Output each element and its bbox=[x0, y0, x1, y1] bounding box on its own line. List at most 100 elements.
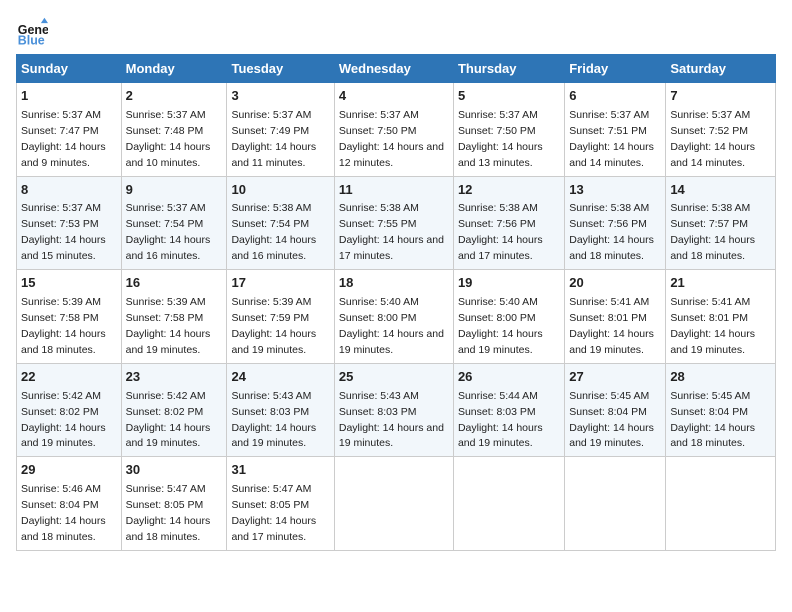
day-sunrise: Sunrise: 5:38 AM bbox=[670, 202, 750, 214]
header-saturday: Saturday bbox=[666, 55, 776, 83]
day-daylight-label: Daylight: 14 hours and 9 minutes. bbox=[21, 141, 106, 169]
calendar-cell: 13Sunrise: 5:38 AMSunset: 7:56 PMDayligh… bbox=[565, 176, 666, 270]
calendar-cell: 18Sunrise: 5:40 AMSunset: 8:00 PMDayligh… bbox=[334, 270, 453, 364]
day-daylight-label: Daylight: 14 hours and 19 minutes. bbox=[126, 422, 211, 450]
header-sunday: Sunday bbox=[17, 55, 122, 83]
day-sunset: Sunset: 7:53 PM bbox=[21, 218, 99, 230]
calendar-cell: 3Sunrise: 5:37 AMSunset: 7:49 PMDaylight… bbox=[227, 83, 334, 177]
calendar-cell: 24Sunrise: 5:43 AMSunset: 8:03 PMDayligh… bbox=[227, 363, 334, 457]
day-number: 4 bbox=[339, 87, 449, 106]
calendar-cell: 10Sunrise: 5:38 AMSunset: 7:54 PMDayligh… bbox=[227, 176, 334, 270]
calendar-cell: 14Sunrise: 5:38 AMSunset: 7:57 PMDayligh… bbox=[666, 176, 776, 270]
calendar-cell: 8Sunrise: 5:37 AMSunset: 7:53 PMDaylight… bbox=[17, 176, 122, 270]
day-number: 8 bbox=[21, 181, 117, 200]
day-sunset: Sunset: 7:58 PM bbox=[21, 312, 99, 324]
day-sunset: Sunset: 8:04 PM bbox=[569, 406, 647, 418]
day-daylight-label: Daylight: 14 hours and 19 minutes. bbox=[231, 422, 316, 450]
calendar-cell: 19Sunrise: 5:40 AMSunset: 8:00 PMDayligh… bbox=[453, 270, 564, 364]
day-daylight-label: Daylight: 14 hours and 18 minutes. bbox=[569, 234, 654, 262]
day-sunrise: Sunrise: 5:40 AM bbox=[458, 296, 538, 308]
calendar-cell: 9Sunrise: 5:37 AMSunset: 7:54 PMDaylight… bbox=[121, 176, 227, 270]
header-row: SundayMondayTuesdayWednesdayThursdayFrid… bbox=[17, 55, 776, 83]
header-wednesday: Wednesday bbox=[334, 55, 453, 83]
calendar-cell: 21Sunrise: 5:41 AMSunset: 8:01 PMDayligh… bbox=[666, 270, 776, 364]
day-daylight-label: Daylight: 14 hours and 18 minutes. bbox=[126, 515, 211, 543]
day-sunrise: Sunrise: 5:37 AM bbox=[670, 109, 750, 121]
day-daylight-label: Daylight: 14 hours and 19 minutes. bbox=[126, 328, 211, 356]
day-daylight-label: Daylight: 14 hours and 14 minutes. bbox=[670, 141, 755, 169]
day-number: 18 bbox=[339, 274, 449, 293]
calendar-cell: 31Sunrise: 5:47 AMSunset: 8:05 PMDayligh… bbox=[227, 457, 334, 551]
day-sunset: Sunset: 8:02 PM bbox=[21, 406, 99, 418]
day-sunrise: Sunrise: 5:43 AM bbox=[231, 390, 311, 402]
day-sunset: Sunset: 7:52 PM bbox=[670, 125, 748, 137]
day-number: 28 bbox=[670, 368, 771, 387]
day-daylight-label: Daylight: 14 hours and 18 minutes. bbox=[21, 328, 106, 356]
day-daylight-label: Daylight: 14 hours and 17 minutes. bbox=[231, 515, 316, 543]
calendar-table: SundayMondayTuesdayWednesdayThursdayFrid… bbox=[16, 54, 776, 551]
day-daylight-label: Daylight: 14 hours and 17 minutes. bbox=[458, 234, 543, 262]
day-daylight-label: Daylight: 14 hours and 11 minutes. bbox=[231, 141, 316, 169]
calendar-cell bbox=[666, 457, 776, 551]
day-number: 11 bbox=[339, 181, 449, 200]
day-number: 25 bbox=[339, 368, 449, 387]
day-daylight-label: Daylight: 14 hours and 18 minutes. bbox=[21, 515, 106, 543]
week-row-2: 8 Sunrise: 5:37 AM Sunset: 7:53 PM Daylight… bbox=[17, 176, 776, 270]
day-number: 5 bbox=[458, 87, 560, 106]
calendar-body: 1Sunrise: 5:37 AMSunset: 7:47 PMDaylight… bbox=[17, 83, 776, 551]
day-daylight-label: Daylight: 14 hours and 14 minutes. bbox=[569, 141, 654, 169]
day-sunset: Sunset: 7:50 PM bbox=[458, 125, 536, 137]
day-sunrise: Sunrise: 5:37 AM bbox=[126, 202, 206, 214]
day-sunrise: Sunrise: 5:47 AM bbox=[126, 483, 206, 495]
calendar-cell: 29Sunrise: 5:46 AMSunset: 8:04 PMDayligh… bbox=[17, 457, 122, 551]
svg-text:Blue: Blue bbox=[18, 33, 45, 47]
day-daylight-label: Daylight: 14 hours and 17 minutes. bbox=[339, 234, 444, 262]
calendar-cell: 12Sunrise: 5:38 AMSunset: 7:56 PMDayligh… bbox=[453, 176, 564, 270]
day-number: 1 bbox=[21, 87, 117, 106]
day-number: 15 bbox=[21, 274, 117, 293]
day-sunset: Sunset: 8:01 PM bbox=[569, 312, 647, 324]
day-sunrise: Sunrise: 5:42 AM bbox=[126, 390, 206, 402]
day-daylight-label: Daylight: 14 hours and 18 minutes. bbox=[670, 422, 755, 450]
day-sunrise: Sunrise: 5:45 AM bbox=[569, 390, 649, 402]
day-number: 14 bbox=[670, 181, 771, 200]
day-sunset: Sunset: 8:00 PM bbox=[458, 312, 536, 324]
day-daylight-label: Daylight: 14 hours and 19 minutes. bbox=[21, 422, 106, 450]
day-sunrise: Sunrise: 5:40 AM bbox=[339, 296, 419, 308]
day-sunrise: Sunrise: 5:39 AM bbox=[126, 296, 206, 308]
day-sunrise: Sunrise: 5:37 AM bbox=[21, 109, 101, 121]
day-number: 24 bbox=[231, 368, 329, 387]
day-number: 10 bbox=[231, 181, 329, 200]
logo-icon: General Blue bbox=[16, 16, 48, 48]
day-number: 29 bbox=[21, 461, 117, 480]
day-sunrise: Sunrise: 5:37 AM bbox=[126, 109, 206, 121]
day-sunset: Sunset: 7:51 PM bbox=[569, 125, 647, 137]
day-number: 26 bbox=[458, 368, 560, 387]
day-sunset: Sunset: 7:54 PM bbox=[231, 218, 309, 230]
day-number: 6 bbox=[569, 87, 661, 106]
calendar-cell: 6Sunrise: 5:37 AMSunset: 7:51 PMDaylight… bbox=[565, 83, 666, 177]
calendar-cell bbox=[453, 457, 564, 551]
day-sunset: Sunset: 7:49 PM bbox=[231, 125, 309, 137]
day-sunset: Sunset: 8:01 PM bbox=[670, 312, 748, 324]
day-sunset: Sunset: 8:05 PM bbox=[126, 499, 204, 511]
day-sunrise: Sunrise: 5:38 AM bbox=[339, 202, 419, 214]
day-sunset: Sunset: 7:54 PM bbox=[126, 218, 204, 230]
day-daylight-label: Daylight: 14 hours and 12 minutes. bbox=[339, 141, 444, 169]
header-thursday: Thursday bbox=[453, 55, 564, 83]
week-row-5: 29Sunrise: 5:46 AMSunset: 8:04 PMDayligh… bbox=[17, 457, 776, 551]
day-sunrise: Sunrise: 5:43 AM bbox=[339, 390, 419, 402]
calendar-cell: 5Sunrise: 5:37 AMSunset: 7:50 PMDaylight… bbox=[453, 83, 564, 177]
header-tuesday: Tuesday bbox=[227, 55, 334, 83]
day-sunset: Sunset: 7:55 PM bbox=[339, 218, 417, 230]
day-sunrise: Sunrise: 5:37 AM bbox=[231, 109, 311, 121]
day-number: 27 bbox=[569, 368, 661, 387]
calendar-cell: 16Sunrise: 5:39 AMSunset: 7:58 PMDayligh… bbox=[121, 270, 227, 364]
day-sunset: Sunset: 8:04 PM bbox=[670, 406, 748, 418]
day-sunset: Sunset: 7:50 PM bbox=[339, 125, 417, 137]
calendar-cell: 15Sunrise: 5:39 AMSunset: 7:58 PMDayligh… bbox=[17, 270, 122, 364]
calendar-cell: 17Sunrise: 5:39 AMSunset: 7:59 PMDayligh… bbox=[227, 270, 334, 364]
calendar-cell: 11 Sunrise: 5:38 AM Sunset: 7:55 PM Dayligh… bbox=[334, 176, 453, 270]
day-daylight-label: Daylight: 14 hours and 19 minutes. bbox=[339, 422, 444, 450]
day-daylight-label: Daylight: 14 hours and 13 minutes. bbox=[458, 141, 543, 169]
